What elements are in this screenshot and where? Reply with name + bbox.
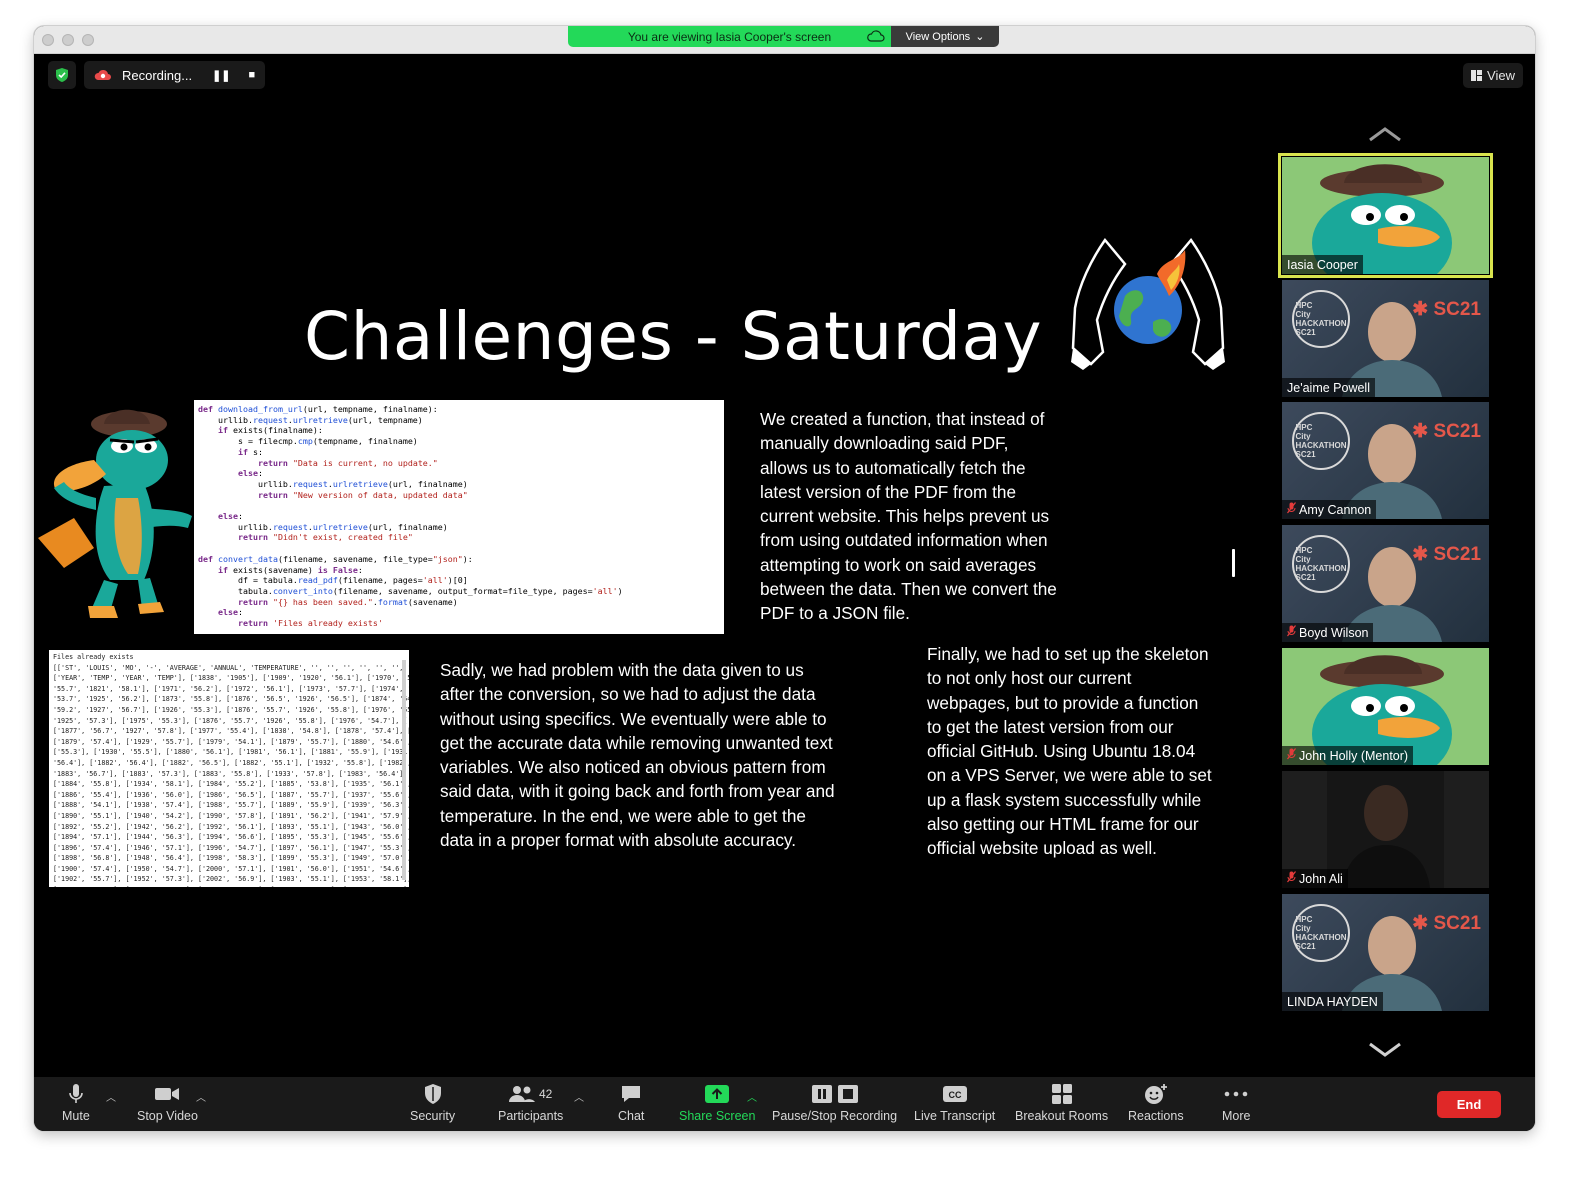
pause-recording-icon[interactable]: ❚❚ [212, 69, 230, 82]
participant-name: Boyd Wilson [1299, 625, 1369, 640]
stop-recording-icon[interactable]: ■ [249, 69, 256, 81]
more-button[interactable]: More [1222, 1081, 1250, 1127]
cloud-icon [867, 30, 885, 42]
participant-name: LINDA HAYDEN [1287, 994, 1378, 1009]
participant-name-tag: LINDA HAYDEN [1282, 992, 1383, 1011]
recording-indicator: Recording... ❚❚ ■ [84, 61, 266, 89]
slide-paragraph-1: We created a function, that instead of m… [760, 409, 1057, 624]
microphone-icon [69, 1084, 83, 1103]
split-resize-handle[interactable] [1232, 549, 1235, 577]
reactions-button[interactable]: Reactions [1128, 1081, 1184, 1127]
chevron-down-icon: ⌄ [975, 31, 985, 43]
stop-video-label: Stop Video [137, 1109, 198, 1123]
end-meeting-button[interactable]: End [1437, 1091, 1501, 1118]
pause-stop-recording-button[interactable]: Pause/Stop Recording [772, 1081, 897, 1127]
chevron-up-icon[interactable] [1367, 124, 1403, 144]
participant-name-tag: Iasia Cooper [1282, 255, 1363, 274]
perry-platypus-illustration [38, 409, 192, 618]
share-screen-label: Share Screen [679, 1109, 756, 1123]
slide-title: Challenges - Saturday [304, 298, 1043, 375]
slide-paragraph-2: Sadly, we had problem with the data give… [440, 660, 835, 851]
view-options-button[interactable]: View Options ⌄ [891, 26, 999, 47]
participant-tile[interactable]: John Ali [1282, 771, 1489, 888]
muted-microphone-icon [1287, 502, 1296, 517]
breakout-rooms-button[interactable]: Breakout Rooms [1015, 1081, 1108, 1127]
view-button[interactable]: View [1463, 63, 1523, 88]
shared-screen-slide: Challenges - Saturday def download_from_… [34, 230, 1229, 902]
pause-stop-recording-icon [811, 1085, 858, 1103]
closed-captions-icon: CC [942, 1086, 967, 1102]
share-screen-button[interactable]: Share Screen [679, 1081, 755, 1127]
participant-name: John Holly (Mentor) [1299, 748, 1409, 763]
zoom-window-button[interactable] [82, 34, 94, 46]
breakout-rooms-label: Breakout Rooms [1015, 1109, 1109, 1123]
live-transcript-button[interactable]: CC Live Transcript [914, 1081, 995, 1127]
participant-name: Je'aime Powell [1287, 380, 1370, 395]
zoom-window: You are viewing Iasia Cooper's screen Vi… [34, 26, 1535, 1131]
participant-name-tag: John Ali [1282, 869, 1348, 888]
share-banner-text: You are viewing Iasia Cooper's screen [627, 29, 832, 44]
participant-tile[interactable]: Iasia Cooper [1278, 153, 1493, 278]
participant-name: Iasia Cooper [1287, 257, 1358, 272]
scrollbar[interactable] [402, 660, 406, 880]
participants-button[interactable]: 42 Participants [498, 1081, 563, 1127]
video-options-caret[interactable]: ︿ [196, 1089, 206, 1104]
reactions-label: Reactions [1128, 1109, 1184, 1123]
grid-view-icon [1471, 70, 1483, 81]
share-screen-icon [705, 1085, 730, 1103]
ellipsis-icon [1224, 1091, 1248, 1097]
pause-stop-recording-label: Pause/Stop Recording [772, 1109, 898, 1123]
share-options-caret[interactable]: ︿ [747, 1089, 757, 1104]
muted-microphone-icon [1287, 625, 1296, 640]
participant-name-tag: Amy Cannon [1282, 500, 1377, 519]
participant-name-tag: John Holly (Mentor) [1282, 746, 1414, 765]
participant-name: Amy Cannon [1299, 502, 1372, 517]
more-label: More [1222, 1109, 1251, 1123]
participant-tile[interactable]: HPC City HACKATHON SC21 ✱ SC21 LINDA HAYDEN [1282, 894, 1489, 1011]
code-screenshot: def download_from_url(url, tempname, fin… [194, 400, 724, 634]
chat-label: Chat [618, 1109, 645, 1123]
audio-options-caret[interactable]: ︿ [106, 1089, 116, 1104]
meeting-toolbar: Mute ︿ Stop Video ︿ Security 42 Particip… [34, 1077, 1535, 1131]
participants-icon [508, 1086, 535, 1102]
participant-tile[interactable]: HPC City HACKATHON SC21 ✱ SC21 Boyd Wilson [1282, 525, 1489, 642]
screen-share-banner: You are viewing Iasia Cooper's screen Vi… [568, 26, 999, 47]
participant-tile[interactable]: HPC City HACKATHON SC21 ✱ SC21 Amy Cannon [1282, 402, 1489, 519]
view-label: View [1487, 68, 1515, 83]
globe-hands-icon [1071, 237, 1225, 370]
muted-microphone-icon [1287, 871, 1296, 886]
video-camera-icon [155, 1088, 180, 1100]
participant-name-tag: Boyd Wilson [1282, 623, 1374, 642]
encryption-shield-icon[interactable] [48, 61, 76, 89]
security-label: Security [410, 1109, 456, 1123]
participant-name: John Ali [1299, 871, 1343, 886]
cloud-recording-icon [94, 69, 111, 80]
participants-label: Participants [498, 1109, 564, 1123]
smiley-plus-icon [1144, 1084, 1167, 1104]
slide-paragraph-3: Finally, we had to set up the skeleton t… [927, 644, 1212, 859]
breakout-rooms-icon [1051, 1084, 1072, 1104]
security-button[interactable]: Security [410, 1081, 455, 1127]
close-window-button[interactable] [42, 34, 54, 46]
chat-bubble-icon [622, 1086, 641, 1102]
mute-label: Mute [62, 1109, 90, 1123]
chevron-down-icon[interactable] [1367, 1040, 1403, 1060]
mute-button[interactable]: Mute [62, 1081, 90, 1127]
recording-label: Recording... [122, 67, 193, 83]
view-options-label: View Options [905, 30, 971, 43]
svg-text:CC: CC [948, 1090, 961, 1100]
participant-name-tag: Je'aime Powell [1282, 378, 1375, 397]
live-transcript-label: Live Transcript [914, 1109, 996, 1123]
participant-tile[interactable]: HPC City HACKATHON SC21 ✱ SC21 Je'aime Powell [1282, 280, 1489, 397]
stop-video-button[interactable]: Stop Video [137, 1081, 198, 1127]
shield-icon [424, 1084, 441, 1104]
data-output-screenshot: Files already exists [['ST', 'LOUIS', 'M… [49, 650, 409, 887]
participants-options-caret[interactable]: ︿ [574, 1089, 584, 1104]
muted-microphone-icon [1287, 748, 1296, 763]
participants-count: 42 [538, 1087, 553, 1101]
chat-button[interactable]: Chat [618, 1081, 644, 1127]
title-bar: You are viewing Iasia Cooper's screen Vi… [34, 26, 1535, 54]
minimize-window-button[interactable] [62, 34, 74, 46]
participant-tile[interactable]: John Holly (Mentor) [1282, 648, 1489, 765]
